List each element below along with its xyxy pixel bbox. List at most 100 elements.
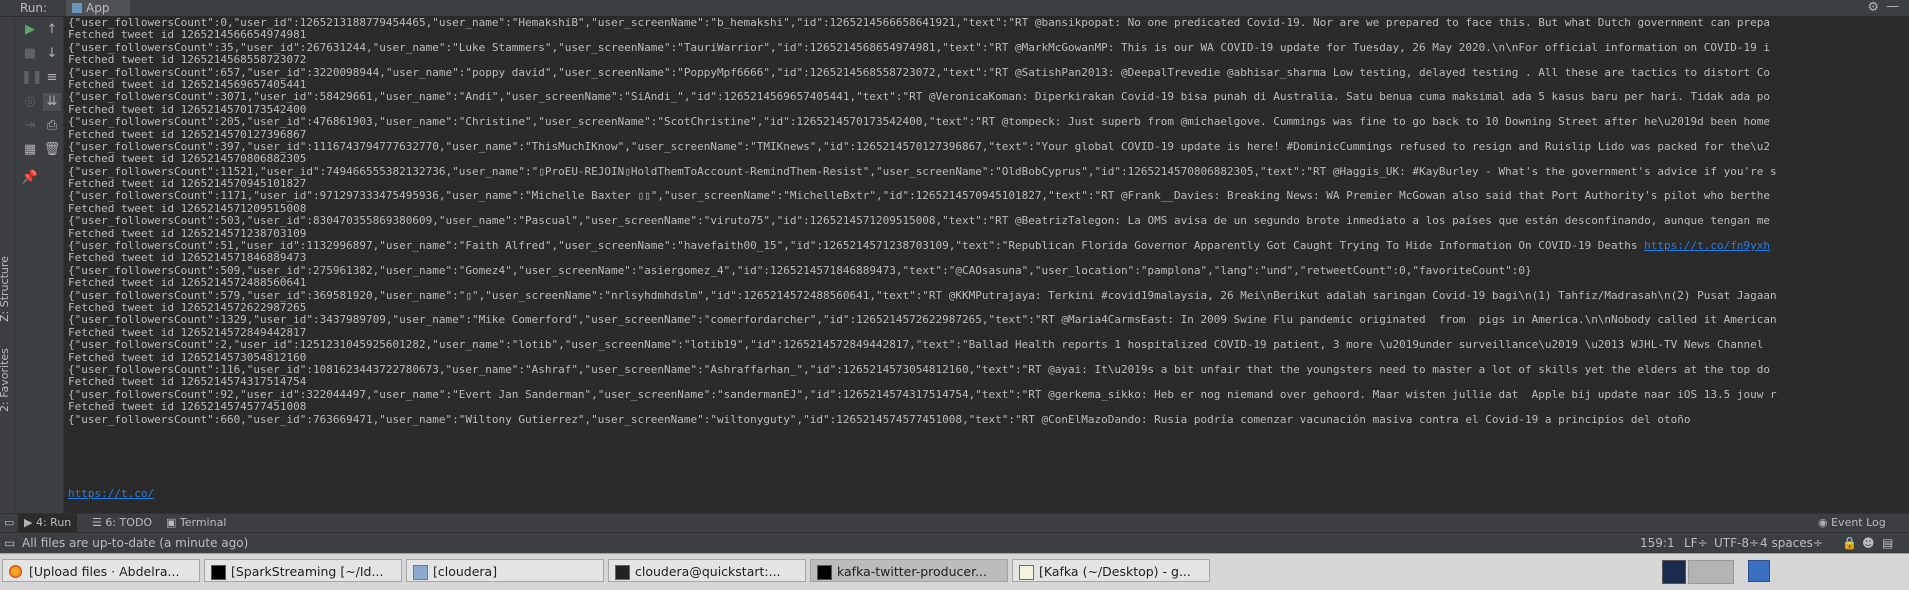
tweet-link[interactable]: https://t.co/ bbox=[68, 487, 154, 500]
line-separator[interactable]: LF÷ bbox=[1684, 533, 1708, 553]
left-tool-strip: Z: Structure 2: Favorites bbox=[0, 17, 15, 513]
up-arrow-icon[interactable]: ↑ bbox=[43, 21, 61, 39]
firefox-icon bbox=[9, 565, 22, 578]
lock-icon[interactable]: 🔒 bbox=[1842, 533, 1857, 553]
os-taskbar: [Upload files · Abdelra... [SparkStreami… bbox=[0, 553, 1909, 590]
exit-icon[interactable]: ⇥ bbox=[21, 117, 39, 135]
tab-app[interactable]: App bbox=[66, 0, 130, 16]
taskbar-item-label: cloudera@quickstart:... bbox=[635, 564, 781, 579]
structure-tool-tab[interactable]: Z: Structure bbox=[0, 256, 11, 322]
console-output[interactable]: {"user_followersCount":0,"user_id":12652… bbox=[64, 17, 1909, 513]
minimize-icon[interactable]: — bbox=[1886, 0, 1899, 14]
console-line: Fetched tweet id 1265214571846889473 bbox=[68, 251, 307, 265]
favorites-tool-tab[interactable]: 2: Favorites bbox=[0, 348, 11, 412]
pause-icon[interactable]: ❚❚ bbox=[21, 69, 43, 87]
console-line-with-link: {"user_followersCount":51,"user_id":1132… bbox=[64, 239, 1909, 253]
console-line: {"user_followersCount":205,"user_id":476… bbox=[68, 115, 1770, 129]
event-log-icon: ◉ bbox=[1818, 516, 1832, 529]
tab-run[interactable]: ▶ 4: Run bbox=[18, 514, 78, 532]
console-line: {"user_followersCount":35,"user_id":2676… bbox=[68, 40, 1770, 54]
console-line: {"user_followersCount":660,"user_id":763… bbox=[68, 412, 1698, 426]
network-icon[interactable] bbox=[1748, 560, 1770, 582]
taskbar-item-label: [SparkStreaming [~/Id... bbox=[231, 564, 384, 579]
console-line: {"user_followersCount":503,"user_id":830… bbox=[68, 214, 1770, 228]
console-line: {"user_followersCount":3071,"user_id":58… bbox=[68, 90, 1770, 104]
taskbar-item-label: [cloudera] bbox=[433, 564, 498, 579]
intellij-icon bbox=[817, 565, 832, 580]
console-line: {"user_followersCount":579,"user_id":369… bbox=[68, 288, 1777, 302]
console-line-text: {"user_followersCount":51,"user_id":1132… bbox=[68, 239, 1645, 253]
taskbar-item-label: [Upload files · Abdelra... bbox=[29, 564, 180, 579]
event-log-label: Event Log bbox=[1831, 516, 1886, 529]
notifications-icon[interactable]: ▤ bbox=[1882, 533, 1893, 553]
console-line: {"user_followersCount":2,"user_id":12512… bbox=[68, 338, 1764, 352]
taskbar-item[interactable]: [Upload files · Abdelra... bbox=[2, 559, 200, 582]
tab-run-label: 4: Run bbox=[35, 516, 72, 529]
workspace-1-icon[interactable] bbox=[1662, 560, 1686, 584]
print-icon[interactable]: ⎙ bbox=[43, 117, 61, 135]
console-line: {"user_followersCount":397,"user_id":111… bbox=[68, 139, 1770, 153]
run-panel-header: Run: App ⚙ — bbox=[0, 0, 1909, 17]
taskbar-item[interactable]: [cloudera] bbox=[406, 559, 604, 582]
terminal-icon bbox=[615, 565, 630, 580]
workspace-2-icon[interactable] bbox=[1688, 560, 1734, 584]
pin-icon[interactable]: 📌 bbox=[21, 169, 39, 187]
tab-app-label: App bbox=[86, 1, 110, 15]
run-icon: ▶ bbox=[24, 516, 36, 529]
console-line: {"user_followersCount":0,"user_id":12652… bbox=[68, 17, 1770, 29]
console-line: Fetched tweet id 1265214574577451008 bbox=[68, 400, 307, 414]
tool-window-bar: ▭ ▶ 4: Run ☰ 6: TODO ▣ Terminal ◉ Event … bbox=[0, 513, 1909, 532]
trash-icon[interactable]: 🗑 bbox=[43, 141, 61, 159]
tab-todo-label: 6: TODO bbox=[105, 516, 153, 529]
layout-icon[interactable]: ▦ bbox=[21, 141, 39, 159]
console-line: Fetched tweet id 1265214570806882305 bbox=[68, 152, 307, 166]
folder-icon bbox=[413, 565, 428, 580]
console-line: {"user_followersCount":11521,"user_id":7… bbox=[68, 164, 1777, 178]
scroll-to-end-icon[interactable]: ⇊ bbox=[43, 93, 61, 111]
gedit-icon bbox=[1019, 565, 1034, 580]
inspector-icon[interactable]: ☻ bbox=[1862, 533, 1875, 553]
console-line: {"user_followersCount":1329,"user_id":34… bbox=[68, 313, 1777, 327]
dump-threads-icon[interactable]: ◎ bbox=[21, 93, 39, 111]
taskbar-item[interactable]: [Kafka (~/Desktop) - g... bbox=[1012, 559, 1210, 582]
console-line: {"user_followersCount":116,"user_id":108… bbox=[68, 362, 1770, 376]
tool-window-toggle-icon[interactable]: ▭ bbox=[4, 514, 14, 532]
tab-terminal-label: Terminal bbox=[179, 516, 227, 529]
taskbar-item-label: kafka-twitter-producer... bbox=[837, 564, 987, 579]
console-line: Fetched tweet id 1265214566654974981 bbox=[68, 28, 307, 42]
indent-setting[interactable]: 4 spaces÷ bbox=[1760, 533, 1823, 553]
terminal-icon: ▣ bbox=[166, 516, 180, 529]
taskbar-item[interactable]: cloudera@quickstart:... bbox=[608, 559, 806, 582]
file-encoding[interactable]: UTF-8÷ bbox=[1714, 533, 1759, 553]
console-line: {"user_followersCount":657,"user_id":322… bbox=[68, 65, 1770, 79]
intellij-icon bbox=[211, 565, 226, 580]
status-toggle-icon[interactable]: ▭ bbox=[4, 533, 15, 553]
console-line: Fetched tweet id 1265214572488560641 bbox=[68, 276, 307, 290]
caret-position[interactable]: 159:1 bbox=[1640, 533, 1675, 553]
console-line: {"user_followersCount":92,"user_id":3220… bbox=[68, 387, 1777, 401]
tab-terminal[interactable]: ▣ Terminal bbox=[166, 514, 226, 532]
rerun-icon[interactable]: ▶ bbox=[21, 21, 39, 39]
console-line-with-link: https://t.co/ bbox=[64, 487, 1909, 500]
run-label: Run: bbox=[20, 1, 48, 15]
taskbar-item[interactable]: kafka-twitter-producer... bbox=[810, 559, 1008, 582]
status-message[interactable]: All files are up-to-date (a minute ago) bbox=[22, 533, 248, 553]
tweet-link[interactable]: https://t.co/fn9yxh bbox=[1644, 239, 1770, 252]
console-line: {"user_followersCount":509,"user_id":275… bbox=[68, 263, 1532, 277]
console-line: Fetched tweet id 1265214568558723072 bbox=[68, 53, 307, 67]
app-run-icon bbox=[72, 3, 82, 13]
tab-todo[interactable]: ☰ 6: TODO bbox=[92, 514, 152, 532]
taskbar-item[interactable]: [SparkStreaming [~/Id... bbox=[204, 559, 402, 582]
event-log-button[interactable]: ◉ Event Log bbox=[1818, 514, 1886, 532]
gear-icon[interactable]: ⚙ bbox=[1867, 0, 1879, 16]
soft-wrap-icon[interactable]: ≡ bbox=[43, 69, 61, 87]
down-arrow-icon[interactable]: ↓ bbox=[43, 45, 61, 63]
stop-icon[interactable]: ■ bbox=[21, 45, 39, 63]
todo-icon: ☰ bbox=[92, 516, 106, 529]
console-line: Fetched tweet id 1265214574317514754 bbox=[68, 375, 307, 389]
